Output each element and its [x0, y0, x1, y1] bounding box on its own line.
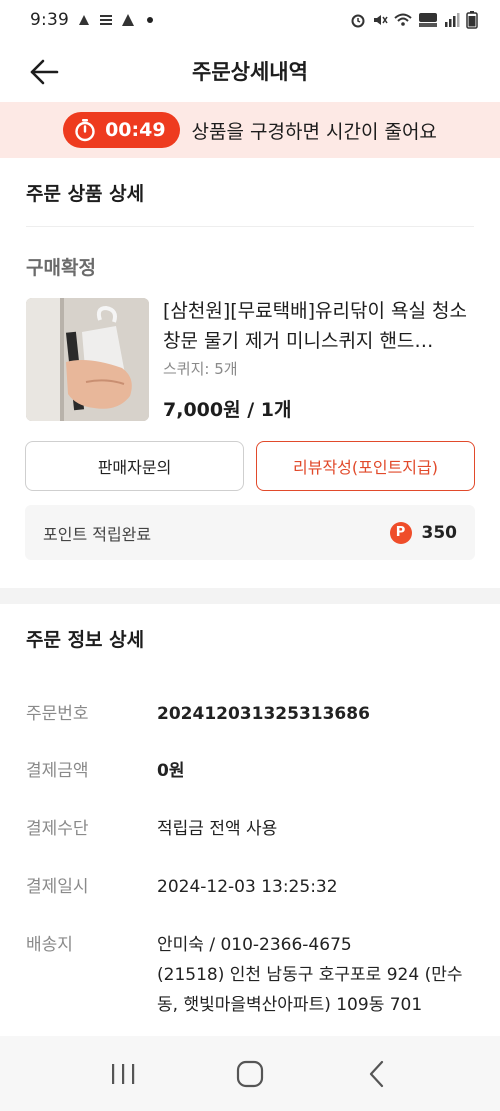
divider [26, 226, 474, 227]
back-chevron-icon [369, 1060, 383, 1087]
status-right [350, 11, 478, 29]
back-button[interactable] [24, 52, 64, 92]
recent-apps-icon [112, 1063, 135, 1084]
info-key: 배송지 [26, 935, 73, 955]
stopwatch-icon [75, 119, 95, 142]
product-name[interactable]: [삼천원][무료택배]유리닦이 욕실 청소 창문 물기 제거 미니스퀴지 핸드… [163, 296, 475, 356]
order-status-label: 구매확정 [26, 257, 96, 279]
info-row-payment-amount: 결제금액 0원 [26, 756, 476, 786]
shipping-address-value: 안미숙 / 010-2366-4675 (21518) 인천 남동구 호구포로 … [157, 930, 476, 1020]
payment-amount-value: 0원 [157, 761, 185, 781]
timer-pill: 00:49 [63, 112, 180, 148]
info-row-payment-date: 결제일시 2024-12-03 13:25:32 [26, 872, 476, 902]
point-icon: P [389, 521, 412, 544]
back-arrow-icon [30, 59, 59, 85]
wifi-icon [394, 13, 412, 26]
mute-icon [374, 15, 388, 25]
banner-message: 상품을 구경하면 시간이 줄어요 [191, 120, 437, 143]
points-box: 포인트 적립완료 P 350 [25, 505, 475, 560]
battery-icon [466, 11, 478, 29]
info-key: 결제수단 [26, 819, 89, 839]
order-number-value: 20241203132531368​6 [157, 704, 370, 724]
list-icon [99, 15, 112, 25]
recipient-contact: 안미숙 / 010-2366-4675 [157, 935, 352, 955]
info-row-payment-method: 결제수단 적립금 전액 사용 [26, 814, 476, 844]
back-nav-button[interactable] [347, 1044, 407, 1104]
status-time: 9:39 [30, 10, 69, 30]
points-label: 포인트 적립완료 [43, 524, 152, 544]
payment-method-value: 적립금 전액 사용 [157, 819, 278, 839]
home-button[interactable] [220, 1044, 280, 1104]
info-row-order-number: 주문번호 20241203132531368​6 [26, 699, 476, 729]
points-amount: P 350 [389, 521, 458, 544]
section-title-order-info: 주문 정보 상세 [26, 629, 145, 651]
status-left: 9:39 [30, 10, 153, 30]
info-key: 주문번호 [26, 704, 89, 724]
product-image[interactable] [26, 298, 149, 421]
notification-icon [78, 15, 89, 25]
timer-value: 00:49 [105, 119, 166, 141]
product-price: 7,000원 / 1개 [163, 399, 292, 421]
points-value: 350 [421, 522, 458, 543]
payment-date-value: 2024-12-03 13:25:32 [157, 877, 338, 897]
recent-apps-button[interactable] [93, 1044, 153, 1104]
address-detail: (21518) 인천 남동구 호구포로 924 (만수동, 햇빛마을벽산아파트)… [157, 965, 463, 1015]
info-row-shipping-address: 배송지 안미숙 / 010-2366-4675 (21518) 인천 남동구 호… [26, 930, 476, 1020]
product-option: 스퀴지: 5개 [163, 360, 238, 378]
timer-banner[interactable]: 00:49 상품을 구경하면 시간이 줄어요 [0, 102, 500, 158]
app-notification-icon [121, 14, 134, 26]
squeegee-product-photo [26, 298, 149, 421]
section-divider [0, 588, 500, 604]
app-bar: 주문상세내역 [0, 40, 500, 102]
home-icon [236, 1060, 264, 1087]
more-dot-icon [146, 17, 153, 23]
system-navigation-bar [0, 1036, 500, 1111]
page-title: 주문상세내역 [192, 60, 308, 84]
write-review-button[interactable]: 리뷰작성(포인트지급) [256, 441, 475, 491]
info-key: 결제금액 [26, 761, 89, 781]
status-bar: 9:39 [0, 0, 500, 40]
section-title-order-items: 주문 상품 상세 [26, 183, 145, 205]
seller-inquiry-button[interactable]: 판매자문의 [25, 441, 244, 491]
hd-voice-icon [419, 13, 437, 27]
signal-icon [445, 13, 460, 27]
info-key: 결제일시 [26, 877, 89, 897]
alarm-icon [351, 14, 365, 28]
